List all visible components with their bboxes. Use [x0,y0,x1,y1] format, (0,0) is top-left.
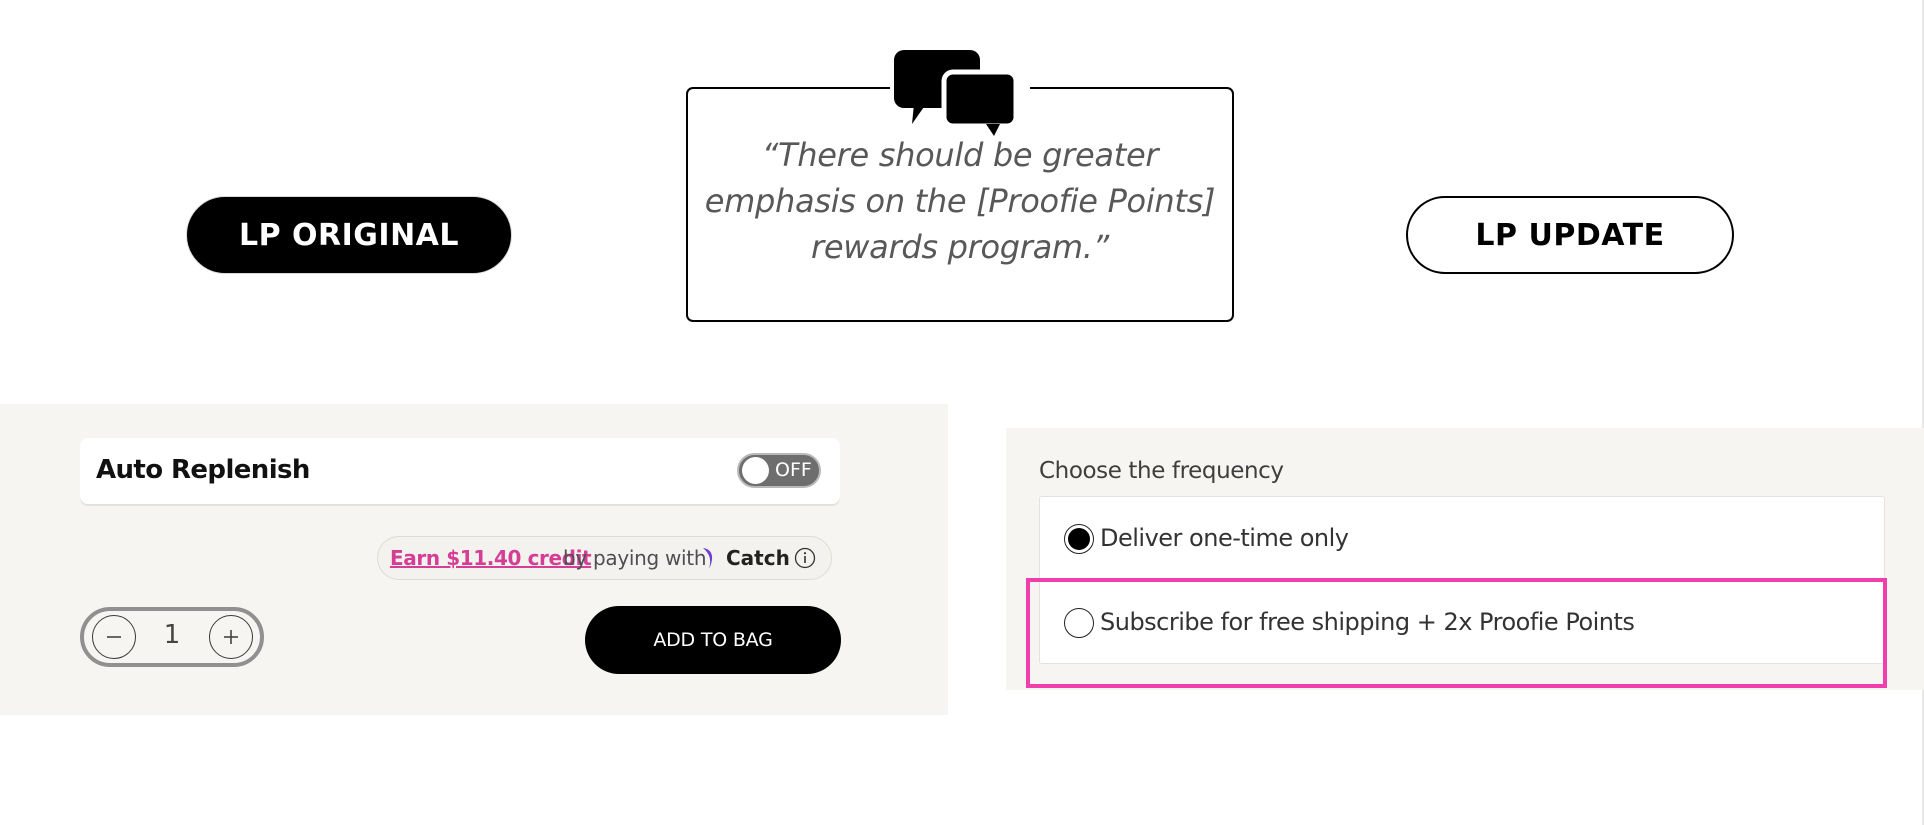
subscribe-highlight-box [1026,578,1887,688]
lp-original-badge: LP ORIGINAL [186,196,512,274]
info-icon[interactable] [794,547,816,569]
frequency-title: Choose the frequency [1039,458,1284,484]
one-time-radio-selected[interactable] [1068,528,1090,550]
minus-icon [107,636,121,638]
decrease-quantity-button[interactable] [92,615,136,659]
increase-quantity-button[interactable] [209,615,253,659]
plus-icon [224,630,238,644]
toggle-state-label: OFF [775,459,812,481]
earn-credit-link[interactable]: Earn $11.40 credit [390,546,592,570]
add-to-bag-button[interactable]: ADD TO BAG [585,606,841,674]
speech-bubbles-icon [890,48,1030,138]
auto-replenish-label: Auto Replenish [96,455,310,485]
one-time-option-label[interactable]: Deliver one-time only [1100,524,1349,552]
lp-update-badge: LP UPDATE [1406,196,1734,274]
quantity-value[interactable]: 1 [152,620,192,650]
catch-by-text: by paying with [563,546,707,570]
catch-brand: Catch [726,546,790,570]
customer-quote: “There should be greater emphasis on the… [704,136,1216,266]
catch-logo-icon [703,548,713,569]
toggle-knob[interactable] [742,457,769,484]
